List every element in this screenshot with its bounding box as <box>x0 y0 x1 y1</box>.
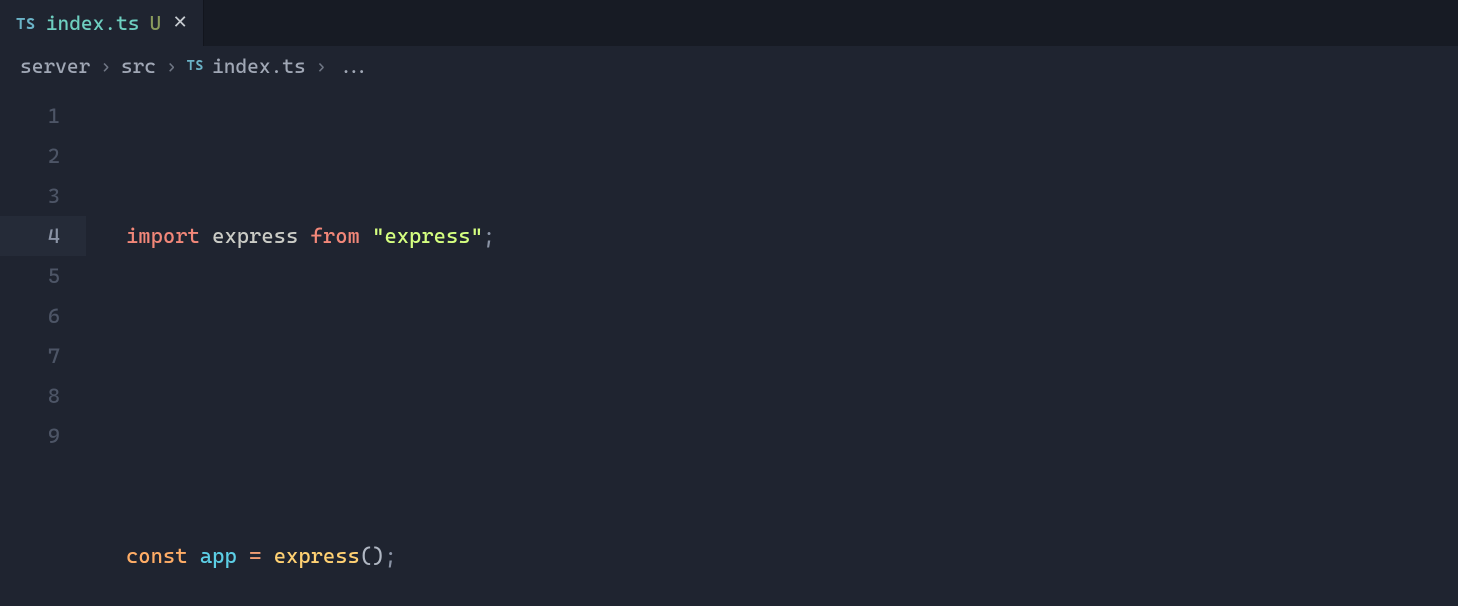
tab-filename: index.ts <box>46 11 140 35</box>
line-number: 2 <box>0 136 86 176</box>
line-number: 8 <box>0 376 86 416</box>
line-number: 9 <box>0 416 86 456</box>
token-keyword: const <box>126 544 188 568</box>
token-punct: ( <box>360 544 372 568</box>
typescript-icon: TS <box>16 14 36 33</box>
line-number: 6 <box>0 296 86 336</box>
token-ident: express <box>212 224 298 248</box>
breadcrumb-symbol-ellipsis[interactable]: ... <box>336 54 371 78</box>
token-var: app <box>200 544 237 568</box>
token-punct: ) <box>372 544 384 568</box>
chevron-right-icon: › <box>316 56 327 77</box>
line-number-gutter: 1 2 3 4 5 6 7 8 9 <box>0 86 86 606</box>
token-keyword: from <box>311 224 360 248</box>
code-line[interactable]: import express from "express"; <box>86 216 1458 256</box>
chevron-right-icon: › <box>100 56 111 77</box>
code-editor[interactable]: 1 2 3 4 5 6 7 8 9 import express from "e… <box>0 86 1458 606</box>
close-icon[interactable]: ✕ <box>171 14 189 32</box>
line-number: 1 <box>0 96 86 136</box>
line-number: 7 <box>0 336 86 376</box>
tab-bar: TS index.ts U ✕ <box>0 0 1458 46</box>
breadcrumb-file-name: index.ts <box>212 54 306 78</box>
tab-git-status: U <box>150 11 162 35</box>
typescript-icon: TS <box>187 58 204 74</box>
tab-index-ts[interactable]: TS index.ts U ✕ <box>0 0 204 46</box>
token-punct: ; <box>384 544 396 568</box>
token-call: express <box>274 544 360 568</box>
token-keyword: import <box>126 224 200 248</box>
token-string: "express" <box>372 224 483 248</box>
token-punct: ; <box>483 224 495 248</box>
token-op: = <box>249 544 261 568</box>
line-number: 4 <box>0 216 86 256</box>
breadcrumb: server › src › TS index.ts › ... <box>0 46 1458 86</box>
breadcrumb-folder-server[interactable]: server <box>20 54 90 78</box>
line-number: 5 <box>0 256 86 296</box>
line-number: 3 <box>0 176 86 216</box>
breadcrumb-folder-src[interactable]: src <box>121 54 156 78</box>
breadcrumb-file[interactable]: TS index.ts <box>187 54 306 78</box>
chevron-right-icon: › <box>166 56 177 77</box>
code-area[interactable]: import express from "express"; const app… <box>86 86 1458 606</box>
code-line[interactable] <box>86 376 1458 416</box>
code-line[interactable]: const app = express(); <box>86 536 1458 576</box>
